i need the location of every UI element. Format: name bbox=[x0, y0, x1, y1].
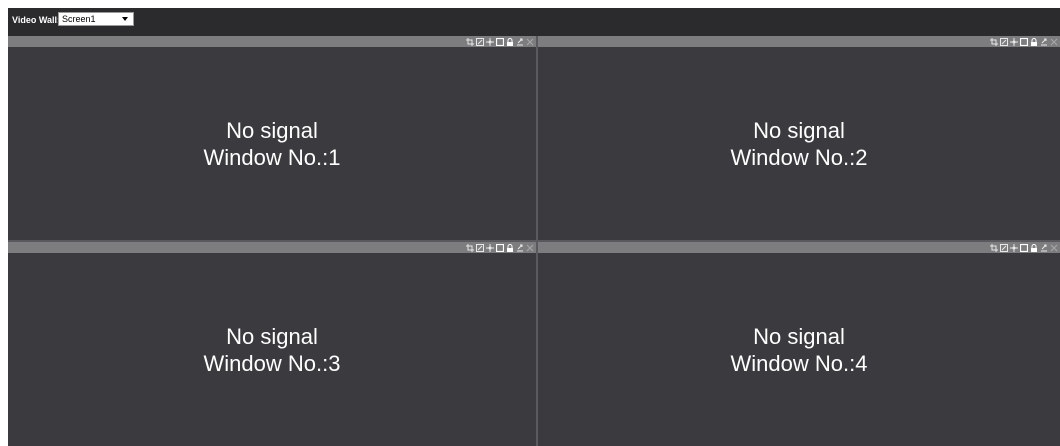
fullscreen-icon[interactable] bbox=[1020, 243, 1028, 252]
close-icon[interactable] bbox=[1050, 38, 1058, 46]
lock-icon[interactable] bbox=[1030, 37, 1038, 46]
window-grid: No signal Window No.:1 No signal Window … bbox=[8, 36, 1060, 446]
window-title-bar[interactable] bbox=[538, 36, 1060, 47]
fullscreen-icon[interactable] bbox=[496, 243, 504, 252]
no-signal-text: No signal bbox=[226, 323, 318, 349]
export-icon[interactable] bbox=[1040, 244, 1048, 252]
window-title-bar[interactable] bbox=[8, 242, 536, 253]
no-signal-text: No signal bbox=[753, 117, 845, 143]
edit-icon[interactable] bbox=[476, 37, 484, 46]
window-number-text: Window No.:4 bbox=[730, 350, 868, 376]
grid-divider-horizontal bbox=[8, 240, 1060, 242]
window-message: No signal Window No.:1 bbox=[8, 47, 536, 240]
lock-icon[interactable] bbox=[506, 243, 514, 252]
video-window-4[interactable]: No signal Window No.:4 bbox=[538, 242, 1060, 446]
no-signal-text: No signal bbox=[226, 117, 318, 143]
window-message: No signal Window No.:4 bbox=[538, 253, 1060, 446]
close-icon[interactable] bbox=[1050, 244, 1058, 252]
dropdown-arrow-icon bbox=[122, 17, 128, 21]
window-toolbar bbox=[466, 243, 534, 252]
window-title-bar[interactable] bbox=[538, 242, 1060, 253]
window-toolbar bbox=[466, 37, 534, 46]
video-window-3[interactable]: No signal Window No.:3 bbox=[8, 242, 536, 446]
window-number-text: Window No.:1 bbox=[203, 144, 341, 170]
edit-icon[interactable] bbox=[476, 243, 484, 252]
video-wall-label: Video Wall: bbox=[12, 15, 61, 25]
move-icon[interactable] bbox=[486, 243, 494, 252]
export-icon[interactable] bbox=[516, 244, 524, 252]
window-toolbar bbox=[990, 37, 1058, 46]
top-bar: Video Wall: Screen1 bbox=[8, 8, 1060, 36]
screen-select-value: Screen1 bbox=[62, 14, 96, 24]
window-title-bar[interactable] bbox=[8, 36, 536, 47]
video-window-2[interactable]: No signal Window No.:2 bbox=[538, 36, 1060, 240]
export-icon[interactable] bbox=[1040, 38, 1048, 46]
edit-icon[interactable] bbox=[1000, 243, 1008, 252]
crop-icon[interactable] bbox=[990, 37, 998, 46]
lock-icon[interactable] bbox=[1030, 243, 1038, 252]
video-wall-app: Video Wall: Screen1 No signal Window No.… bbox=[8, 8, 1060, 446]
move-icon[interactable] bbox=[1010, 37, 1018, 46]
export-icon[interactable] bbox=[516, 38, 524, 46]
lock-icon[interactable] bbox=[506, 37, 514, 46]
fullscreen-icon[interactable] bbox=[1020, 37, 1028, 46]
no-signal-text: No signal bbox=[753, 323, 845, 349]
close-icon[interactable] bbox=[526, 244, 534, 252]
close-icon[interactable] bbox=[526, 38, 534, 46]
window-message: No signal Window No.:2 bbox=[538, 47, 1060, 240]
move-icon[interactable] bbox=[1010, 243, 1018, 252]
edit-icon[interactable] bbox=[1000, 37, 1008, 46]
screen-select[interactable]: Screen1 bbox=[58, 12, 134, 26]
fullscreen-icon[interactable] bbox=[496, 37, 504, 46]
crop-icon[interactable] bbox=[990, 243, 998, 252]
video-window-1[interactable]: No signal Window No.:1 bbox=[8, 36, 536, 240]
crop-icon[interactable] bbox=[466, 37, 474, 46]
window-number-text: Window No.:2 bbox=[730, 144, 868, 170]
move-icon[interactable] bbox=[486, 37, 494, 46]
crop-icon[interactable] bbox=[466, 243, 474, 252]
window-number-text: Window No.:3 bbox=[203, 350, 341, 376]
window-toolbar bbox=[990, 243, 1058, 252]
window-message: No signal Window No.:3 bbox=[8, 253, 536, 446]
